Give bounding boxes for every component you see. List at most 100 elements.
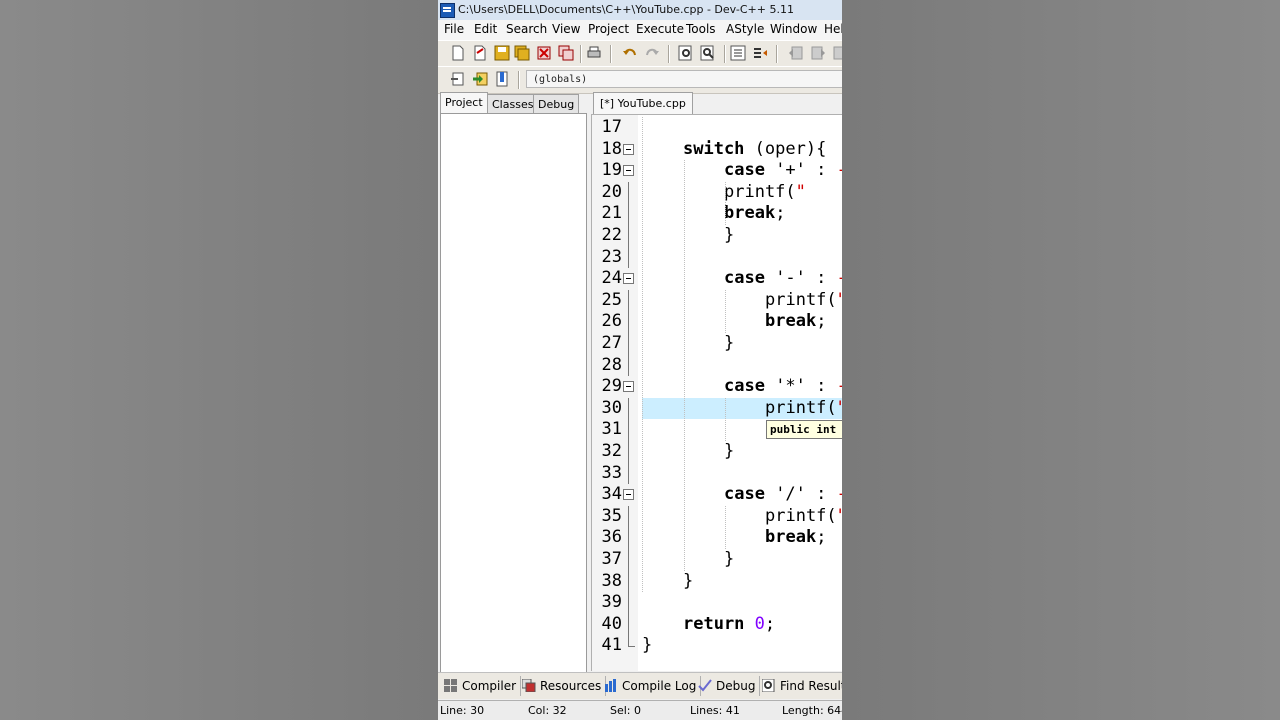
print-icon[interactable] bbox=[586, 45, 602, 61]
line-number: 29 bbox=[601, 376, 622, 397]
find-results-icon bbox=[762, 679, 775, 692]
fold-toggle-icon[interactable] bbox=[623, 143, 634, 155]
add-bookmark-icon[interactable] bbox=[494, 71, 510, 87]
fold-toggle-icon[interactable] bbox=[623, 489, 634, 501]
save-icon[interactable] bbox=[494, 45, 510, 61]
scope-dropdown[interactable]: (globals) bbox=[526, 70, 842, 88]
code-line: 30 printf(" bbox=[592, 397, 842, 420]
code-line: 32} bbox=[592, 441, 842, 463]
tab-compile-log[interactable]: Compile Log bbox=[600, 676, 702, 696]
find-icon[interactable] bbox=[678, 45, 694, 61]
fold-end-marker bbox=[628, 635, 635, 648]
compiler-icon bbox=[444, 679, 457, 692]
fold-line bbox=[628, 462, 629, 485]
menu-astyle[interactable]: AStyle bbox=[726, 22, 764, 36]
project-tree[interactable] bbox=[440, 113, 587, 673]
menu-tools[interactable]: Tools bbox=[686, 22, 716, 36]
fold-line bbox=[628, 181, 629, 204]
code-text: case '+' : - bbox=[724, 160, 842, 181]
code-text: case '/' : - bbox=[724, 484, 842, 505]
new-file-icon[interactable] bbox=[450, 45, 466, 61]
tab-find-results[interactable]: Find Results bbox=[758, 676, 842, 696]
menu-bar: File Edit Search View Project Execute To… bbox=[438, 20, 842, 40]
indent-guide bbox=[725, 181, 726, 225]
unindent-icon[interactable] bbox=[752, 45, 768, 61]
goto-bookmark-icon[interactable] bbox=[810, 45, 826, 61]
status-col: Col: 32 bbox=[528, 704, 567, 717]
toolbar-separator bbox=[668, 45, 669, 63]
save-all-icon[interactable] bbox=[514, 45, 530, 61]
line-number: 28 bbox=[601, 354, 622, 375]
line-number: 33 bbox=[601, 462, 622, 483]
indent-guide bbox=[725, 505, 726, 549]
code-completion-tooltip: public int bbox=[766, 420, 842, 439]
close-file-icon[interactable] bbox=[536, 45, 552, 61]
fold-line bbox=[628, 570, 629, 593]
code-line: 25 printf(" bbox=[592, 289, 842, 312]
line-number: 17 bbox=[601, 117, 622, 137]
code-line: 26 break; bbox=[592, 311, 842, 333]
open-file-icon[interactable] bbox=[472, 45, 488, 61]
tab-project[interactable]: Project bbox=[440, 92, 488, 114]
menu-file[interactable]: File bbox=[444, 22, 464, 36]
indent-icon[interactable] bbox=[730, 45, 746, 61]
code-line: 39 bbox=[592, 592, 842, 614]
code-text: } bbox=[724, 549, 735, 569]
tab-debug-output[interactable]: Debug bbox=[694, 676, 761, 696]
tab-debug[interactable]: Debug bbox=[533, 94, 580, 114]
fold-toggle-icon[interactable] bbox=[623, 273, 634, 285]
code-line: 20 printf(" bbox=[592, 181, 842, 204]
line-number: 30 bbox=[601, 397, 622, 418]
fold-toggle-icon[interactable] bbox=[623, 165, 634, 177]
insert-icon[interactable] bbox=[450, 71, 466, 87]
menu-window[interactable]: Window bbox=[770, 22, 817, 36]
menu-execute[interactable]: Execute bbox=[636, 22, 684, 36]
menu-help[interactable]: Help bbox=[824, 22, 842, 36]
fold-line bbox=[628, 333, 629, 355]
status-lines: Lines: 41 bbox=[690, 704, 740, 717]
tab-classes[interactable]: Classes bbox=[487, 94, 539, 114]
code-line: 40 return 0; bbox=[592, 613, 842, 636]
tab-compiler[interactable]: Compiler bbox=[440, 676, 522, 696]
compile-log-icon bbox=[605, 679, 616, 692]
goto-line-icon[interactable] bbox=[472, 71, 488, 87]
toggle-bookmark-icon[interactable] bbox=[788, 45, 804, 61]
code-text: printf(" bbox=[765, 289, 842, 310]
title-bar: C:\Users\DELL\Documents\C++\YouTube.cpp … bbox=[438, 0, 842, 20]
class-toolbar: (globals) bbox=[438, 66, 842, 94]
line-number: 18 bbox=[601, 138, 622, 159]
fold-line bbox=[628, 311, 629, 333]
menu-search[interactable]: Search bbox=[506, 22, 547, 36]
line-number: 25 bbox=[601, 289, 622, 310]
close-all-icon[interactable] bbox=[558, 45, 574, 61]
undo-icon[interactable] bbox=[622, 45, 638, 61]
menu-view[interactable]: View bbox=[552, 22, 580, 36]
indent-guide bbox=[725, 397, 726, 441]
status-sel: Sel: 0 bbox=[610, 704, 642, 717]
toolbar-separator bbox=[610, 45, 611, 63]
toolbar-more-icon[interactable] bbox=[832, 45, 842, 61]
line-number: 32 bbox=[601, 441, 622, 461]
tab-find-results-label: Find Results bbox=[780, 679, 842, 693]
tab-resources[interactable]: Resources bbox=[518, 676, 607, 696]
code-text: printf(" bbox=[765, 397, 842, 418]
fold-line bbox=[628, 549, 629, 571]
code-text: break; bbox=[724, 203, 786, 224]
line-number: 40 bbox=[601, 613, 622, 634]
editor-tab-youtube-cpp[interactable]: [*] YouTube.cpp bbox=[593, 92, 693, 114]
menu-edit[interactable]: Edit bbox=[474, 22, 497, 36]
code-line: 33 bbox=[592, 462, 842, 485]
replace-icon[interactable] bbox=[700, 45, 716, 61]
fold-toggle-icon[interactable] bbox=[623, 381, 634, 393]
fold-line bbox=[628, 397, 629, 420]
fold-line bbox=[628, 505, 629, 528]
menu-project[interactable]: Project bbox=[588, 22, 629, 36]
devcpp-window: C:\Users\DELL\Documents\C++\YouTube.cpp … bbox=[438, 0, 842, 720]
code-editor[interactable]: 1718 switch (oper){19 case '+' : - 20 printf… bbox=[591, 114, 842, 671]
line-number: 24 bbox=[601, 268, 622, 289]
code-text: printf(" bbox=[724, 181, 806, 202]
code-text: } bbox=[724, 333, 735, 353]
toolbar-separator bbox=[724, 45, 725, 63]
status-line: Line: 30 bbox=[440, 704, 485, 717]
redo-icon[interactable] bbox=[644, 45, 660, 61]
